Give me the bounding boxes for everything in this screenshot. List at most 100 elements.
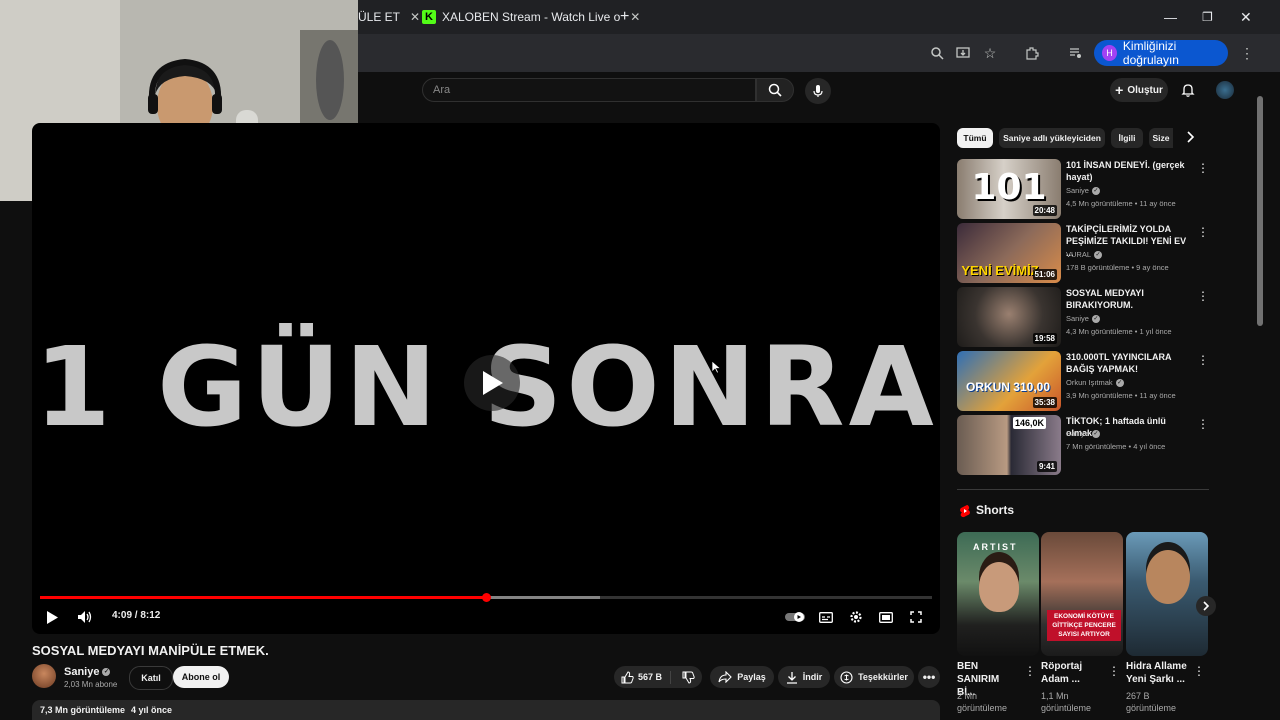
more-vertical-icon[interactable]: ⋮ — [1197, 161, 1209, 175]
play-icon — [47, 610, 58, 624]
video-thumbnail[interactable]: 146,0K 9:41 — [957, 415, 1061, 475]
voice-search-button[interactable] — [805, 78, 831, 104]
subtitles-button[interactable] — [817, 607, 835, 627]
channel-avatar[interactable] — [32, 664, 56, 688]
join-button[interactable]: Katıl — [129, 666, 173, 690]
recommendation-channel[interactable]: Saniye ✓ — [1066, 186, 1100, 196]
video-player[interactable]: 1 GÜN SONRA 4:09 / 8:12 — [32, 123, 940, 634]
short-views: 1,1 Mn görüntüleme — [1041, 691, 1092, 713]
close-tab-icon[interactable]: ✕ — [630, 10, 640, 24]
search-input[interactable]: Ara — [422, 78, 756, 102]
chip-from-uploader[interactable]: Saniye adlı yükleyiciden — [999, 128, 1105, 148]
theater-mode-button[interactable] — [877, 607, 895, 627]
thanks-button[interactable]: Teşekkürler — [834, 666, 914, 688]
upload-age: 4 yıl önce — [131, 705, 173, 715]
play-overlay-button[interactable] — [464, 355, 520, 411]
recommendation-title: SOSYAL MEDYAYI BIRAKIYORUM. — [1066, 288, 1144, 310]
zoom-icon[interactable] — [928, 44, 946, 62]
thumbnail-text: YENİ EVİMİZ — [961, 263, 1039, 278]
play-button[interactable] — [44, 607, 60, 627]
search-button[interactable] — [756, 78, 794, 102]
scrollbar-thumb[interactable] — [1257, 96, 1263, 326]
more-vertical-icon[interactable]: ⋮ — [1197, 225, 1209, 239]
description-box[interactable]: 7,3 Mn görüntüleme 4 yıl önce — [32, 700, 940, 720]
more-vertical-icon[interactable]: ⋮ — [1197, 417, 1209, 431]
recommendation-item[interactable]: YENİ EVİMİZ 51:06 TAKİPÇİLERİMİZ YOLDA P… — [957, 223, 1209, 283]
verified-icon: ✓ — [1115, 379, 1124, 388]
download-button[interactable]: İndir — [778, 666, 830, 688]
dislike-button[interactable] — [676, 671, 695, 684]
gear-icon — [850, 611, 862, 623]
recommendation-item[interactable]: 101 20:48 101 İNSAN DENEYİ. (gerçek haya… — [957, 159, 1209, 219]
browser-tab-kick[interactable]: K XALOBEN Stream - Watch Live o ✕ — [422, 4, 640, 30]
install-app-icon[interactable] — [954, 44, 972, 62]
video-duration: 20:48 — [1032, 205, 1057, 216]
scrubber-handle[interactable] — [482, 593, 491, 602]
chip-for-you[interactable]: Size — [1149, 128, 1173, 148]
settings-button[interactable] — [847, 607, 865, 627]
more-vertical-icon[interactable]: ⋮ — [1193, 664, 1205, 678]
bookmark-star-icon[interactable]: ☆ — [981, 44, 999, 62]
profile-verify-button[interactable]: H Kimliğinizi doğrulayın — [1094, 39, 1228, 67]
create-label: Oluştur — [1127, 84, 1163, 96]
short-thumbnail[interactable]: EKONOMİ KÖTÜYE GİTTİKÇE PENCERE SAYISI A… — [1041, 532, 1123, 656]
share-button[interactable]: Paylaş — [710, 666, 774, 688]
plus-icon: + — [1115, 82, 1124, 98]
media-controls-icon[interactable] — [1067, 44, 1085, 62]
recommendation-meta: 178 B görüntüleme • 9 ay önce — [1066, 263, 1169, 272]
share-label: Paylaş — [737, 672, 766, 682]
recommendation-channel[interactable]: VURAL ✓ — [1066, 250, 1103, 260]
chip-all[interactable]: Tümü — [957, 128, 993, 148]
recommendation-item[interactable]: ORKUN 310,00 35:38 310.000TL YAYINCILARA… — [957, 351, 1209, 411]
like-dislike-group: 567 B — [614, 666, 702, 688]
account-avatar[interactable] — [1216, 81, 1234, 99]
more-vertical-icon[interactable]: ⋮ — [1197, 289, 1209, 303]
short-title[interactable]: Röportaj Adam ... — [1041, 660, 1103, 686]
shorts-next-button[interactable] — [1196, 596, 1216, 616]
more-vertical-icon[interactable]: ⋮ — [1197, 353, 1209, 367]
chip-related[interactable]: İlgili — [1111, 128, 1143, 148]
close-tab-icon[interactable]: ✕ — [410, 10, 420, 24]
minimize-icon[interactable]: — — [1164, 4, 1177, 30]
more-vertical-icon[interactable]: ⋮ — [1024, 664, 1036, 678]
new-tab-button[interactable]: + — [620, 4, 629, 30]
short-thumbnail[interactable]: ARTIST — [957, 532, 1039, 656]
play-icon — [483, 371, 503, 395]
more-vertical-icon[interactable]: ⋮ — [1108, 664, 1120, 678]
thumbs-down-icon — [682, 671, 695, 684]
recommendation-item[interactable]: 19:58 SOSYAL MEDYAYI BIRAKIYORUM. Saniye… — [957, 287, 1209, 347]
recommendation-title: 310.000TL YAYINCILARA BAĞIŞ YAPMAK! — [1066, 352, 1172, 374]
recommendation-item[interactable]: 146,0K 9:41 TİKTOK; 1 haftada ünlü olmak… — [957, 415, 1209, 475]
browser-tab-active[interactable]: ÜLE ET ✕ — [358, 4, 420, 30]
super-thanks-icon — [840, 670, 853, 684]
extensions-icon[interactable] — [1023, 44, 1041, 62]
restore-icon[interactable]: ❐ — [1202, 4, 1213, 30]
video-thumbnail[interactable]: YENİ EVİMİZ 51:06 — [957, 223, 1061, 283]
browser-menu-icon[interactable]: ⋮ — [1238, 44, 1256, 62]
progress-bar[interactable] — [40, 593, 932, 602]
share-icon — [718, 671, 733, 683]
video-thumbnail[interactable]: ORKUN 310,00 35:38 — [957, 351, 1061, 411]
subscribe-button[interactable]: Abone ol — [173, 666, 229, 688]
progress-played — [40, 596, 486, 599]
autoplay-toggle[interactable] — [784, 607, 806, 627]
more-actions-button[interactable]: ••• — [918, 666, 940, 688]
search-icon — [768, 83, 782, 97]
chevron-right-icon[interactable] — [1185, 130, 1195, 146]
recommendation-channel[interactable]: Orkun Işıtmak ✓ — [1066, 378, 1124, 388]
recommendation-channel[interactable]: Saniye ✓ — [1066, 429, 1100, 439]
short-thumbnail[interactable] — [1126, 532, 1208, 656]
volume-button[interactable] — [76, 607, 94, 627]
notifications-bell-icon[interactable] — [1180, 82, 1196, 103]
video-thumbnail[interactable]: 19:58 — [957, 287, 1061, 347]
create-button[interactable]: + Oluştur — [1110, 78, 1168, 102]
recommendation-channel[interactable]: Saniye ✓ — [1066, 314, 1100, 324]
close-window-icon[interactable]: ✕ — [1240, 4, 1252, 30]
video-thumbnail[interactable]: 101 20:48 — [957, 159, 1061, 219]
like-button[interactable]: 567 B — [621, 670, 672, 684]
short-title[interactable]: Hidra Allame Yeni Şarkı ... — [1126, 660, 1188, 686]
channel-name[interactable]: Saniye ✓ — [64, 666, 111, 678]
page-scrollbar[interactable] — [1256, 76, 1264, 720]
fullscreen-button[interactable] — [907, 607, 925, 627]
recommendation-meta: 3,9 Mn görüntüleme • 11 ay önce — [1066, 391, 1176, 400]
